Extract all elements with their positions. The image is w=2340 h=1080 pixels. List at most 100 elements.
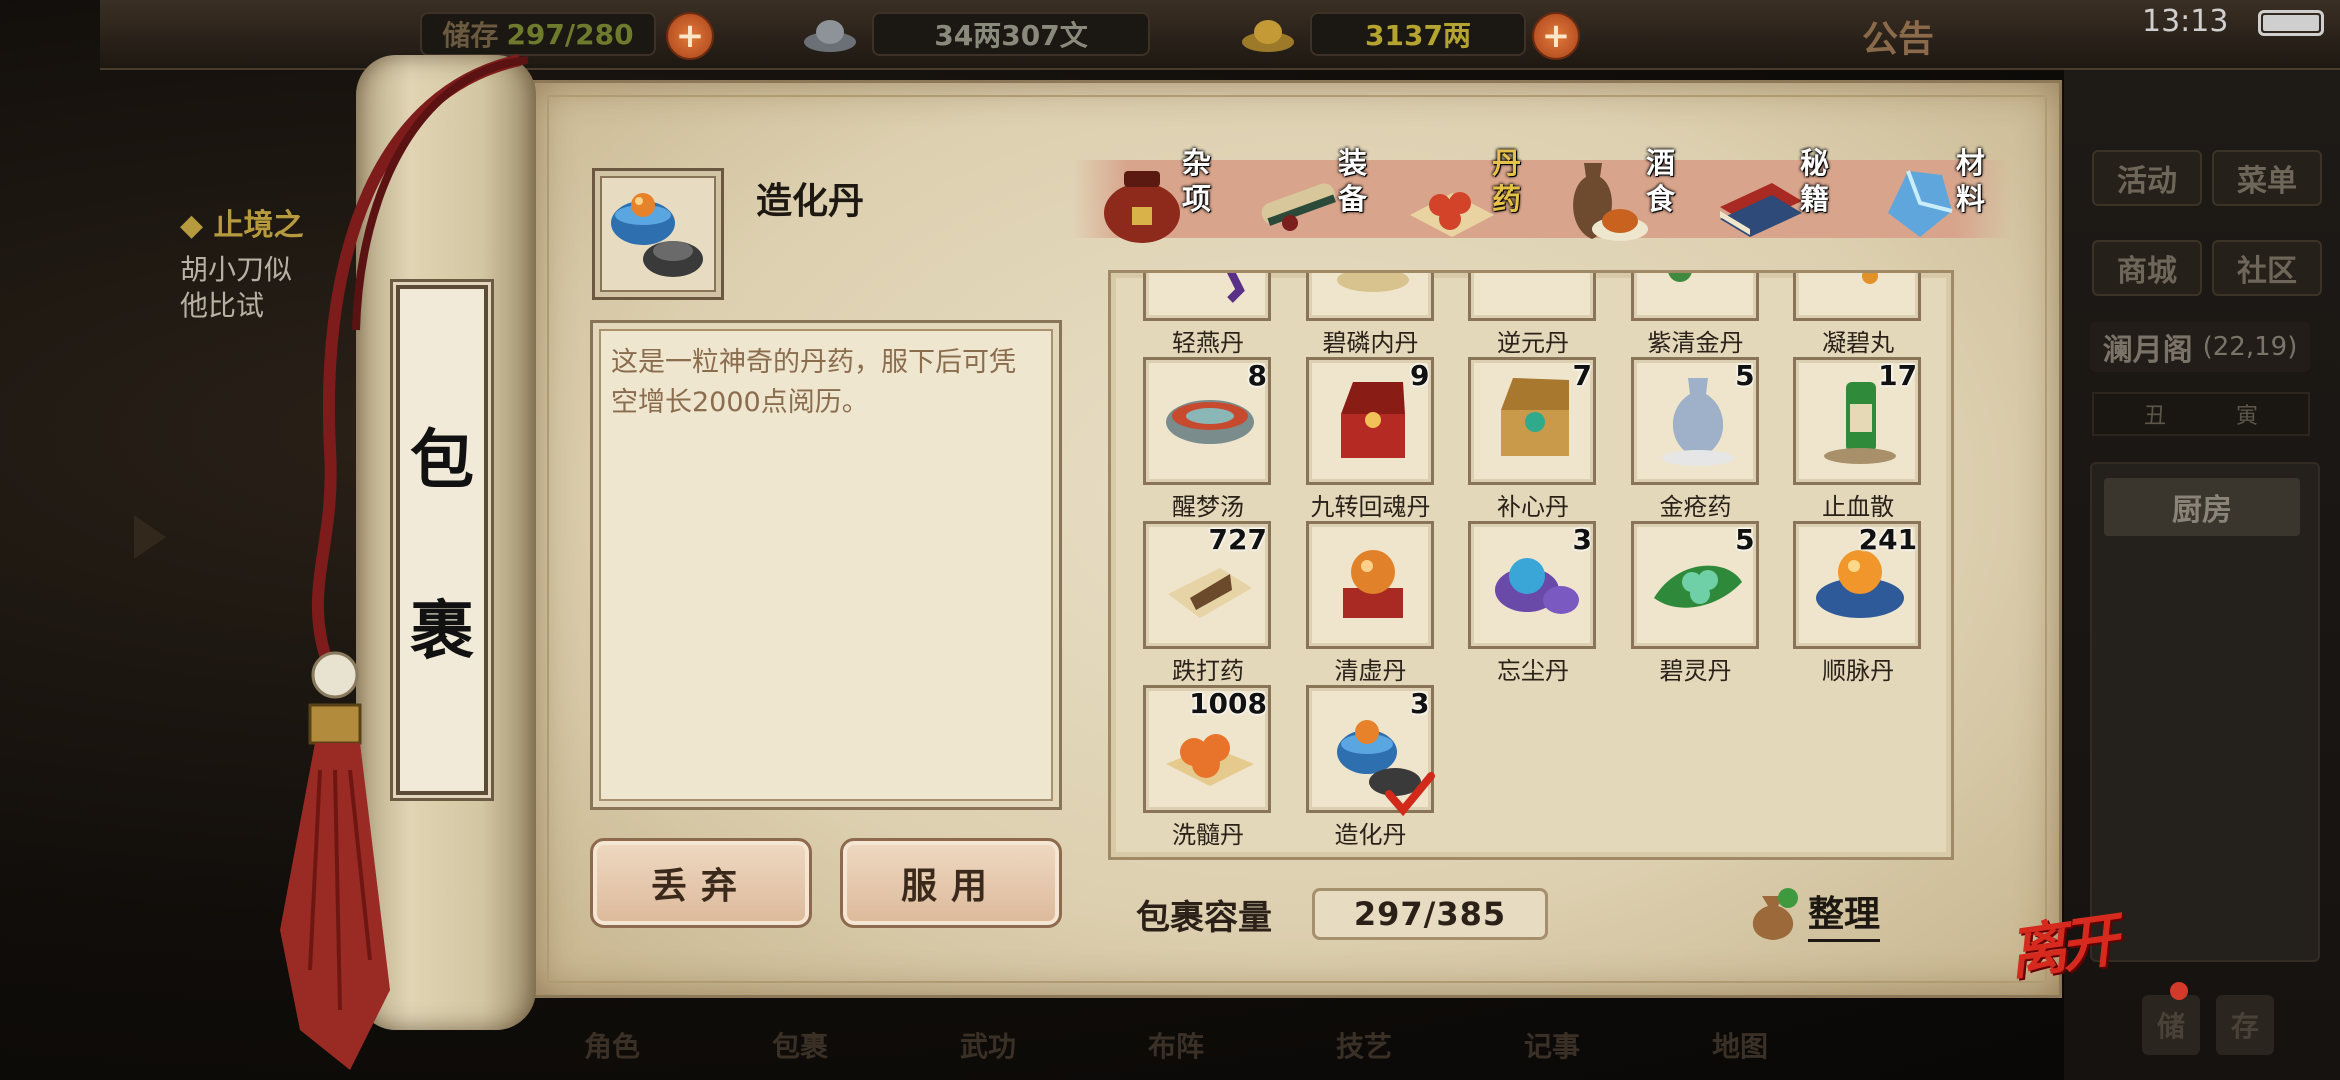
selected-item-slot	[592, 168, 724, 300]
item-slot[interactable]: 紫清金丹	[1630, 273, 1761, 357]
tab-materials-label: 材料	[1956, 146, 1986, 216]
blue-pill-jar-icon	[1495, 558, 1580, 614]
tab-materials[interactable]: 材料	[1868, 145, 2028, 253]
item-slot[interactable]: 9 九转回魂丹	[1305, 357, 1436, 521]
tab-equipment-label: 装备	[1338, 146, 1368, 216]
bottom-right-button-b[interactable]: 存	[2216, 995, 2274, 1055]
bag-title-char-1: 包	[410, 422, 474, 498]
item-name: 补心丹	[1497, 493, 1570, 521]
item-slot[interactable]: 碧磷内丹	[1305, 273, 1436, 357]
tab-misc[interactable]: 杂项	[1094, 145, 1254, 253]
item-slot[interactable]: 轻燕丹	[1143, 273, 1273, 357]
selected-item-name: 造化丹	[756, 181, 865, 222]
item-name: 顺脉丹	[1822, 657, 1895, 685]
nav-martial-arts[interactable]: 武功	[896, 995, 1016, 1080]
vase-icon	[1661, 378, 1734, 466]
item-description-box: 这是一粒神奇的丹药，服下后可凭空增长2000点阅历。	[590, 320, 1062, 810]
nav-character[interactable]: 角色	[520, 995, 640, 1080]
item-slot[interactable]: 5 金疮药	[1630, 357, 1761, 521]
nav-map[interactable]: 地图	[1648, 995, 1768, 1080]
bottom-navigation: 角色 包裹 武功 布阵 技艺 记事 地图	[500, 995, 2040, 1080]
silver-ingot-icon	[804, 20, 856, 52]
bag-title-plaque: 包 裹	[396, 285, 488, 795]
soup-bowl-icon	[1166, 400, 1254, 444]
storage-label: 储存	[442, 19, 499, 52]
bottom-right-button-a[interactable]: 储	[2142, 995, 2200, 1055]
item-slot[interactable]: 17 止血散	[1793, 357, 1923, 521]
item-count: 9	[1410, 359, 1430, 392]
discard-button[interactable]: 丢弃	[590, 838, 812, 928]
nav-formation[interactable]: 布阵	[1084, 995, 1204, 1080]
status-clock: 13:13	[2142, 4, 2229, 39]
jar-icon	[1104, 171, 1180, 243]
red-chest-icon	[1340, 382, 1405, 458]
item-description: 这是一粒神奇的丹药，服下后可凭空增长2000点阅历。	[611, 347, 1016, 418]
item-name: 造化丹	[1334, 821, 1407, 849]
menu-button[interactable]: 菜单	[2212, 150, 2322, 206]
add-gold-button[interactable]: +	[1532, 12, 1580, 60]
item-name: 忘尘丹	[1497, 657, 1570, 685]
facility-panel	[2090, 462, 2320, 962]
use-button[interactable]: 服用	[840, 838, 1062, 928]
kitchen-button[interactable]: 厨房	[2104, 478, 2300, 536]
item-count: 3	[1572, 523, 1593, 556]
quest-title: ◆ 止境之	[180, 208, 304, 243]
tab-misc-label: 杂项	[1182, 146, 1212, 216]
location-name: 澜月阁	[2102, 333, 2193, 368]
item-name: 清虚丹	[1334, 657, 1407, 685]
quest-tracker[interactable]: ◆ 止境之 胡小刀似 他比试	[180, 200, 304, 326]
nav-skills[interactable]: 技艺	[1272, 995, 1392, 1080]
item-name: 逆元丹	[1497, 329, 1570, 357]
item-name: 轻燕丹	[1172, 329, 1244, 357]
tab-equipment[interactable]: 装备	[1250, 145, 1410, 253]
location-display: 澜月阁 (22,19)	[2090, 322, 2310, 372]
item-count: 727	[1208, 523, 1267, 556]
tab-pills-label: 丹药	[1492, 146, 1522, 216]
item-slot[interactable]: 7 补心丹	[1468, 357, 1598, 521]
tab-pills[interactable]: 丹药	[1404, 145, 1564, 253]
nav-bag[interactable]: 包裹	[708, 995, 828, 1080]
bag-title-char-2: 裹	[410, 593, 474, 669]
item-slot[interactable]: 3 造化丹	[1305, 685, 1436, 849]
item-slot[interactable]: 727 跌打药	[1143, 521, 1273, 685]
item-frame	[1630, 273, 1759, 321]
item-name: 洗髓丹	[1172, 821, 1244, 849]
item-slot[interactable]: 8 醒梦汤	[1143, 357, 1273, 521]
gold-box-icon	[1485, 270, 1585, 310]
item-slot[interactable]: 241 顺脉丹	[1793, 521, 1923, 685]
item-slot[interactable]: 清虚丹	[1305, 521, 1436, 685]
item-slot[interactable]: 逆元丹	[1468, 270, 1598, 357]
sort-button[interactable]: 整理	[1742, 878, 1908, 948]
gold-display: 3137两	[1310, 12, 1526, 56]
community-button[interactable]: 社区	[2212, 240, 2322, 296]
books-icon	[1720, 183, 1802, 237]
add-storage-button[interactable]: +	[666, 12, 714, 60]
item-name: 金疮药	[1659, 493, 1732, 521]
tab-wine-food[interactable]: 酒食	[1558, 145, 1718, 253]
crystal-icon	[1888, 170, 1953, 237]
orange-pill-stand-icon	[1342, 550, 1403, 618]
item-name: 止血散	[1822, 493, 1895, 521]
sort-label: 整理	[1808, 885, 1881, 942]
tab-manuals[interactable]: 秘籍	[1712, 145, 1872, 253]
money-bag-icon	[1752, 888, 1798, 940]
item-name: 碧灵丹	[1659, 657, 1732, 685]
item-slot[interactable]: 凝碧丸	[1793, 273, 1923, 357]
blue-pouch-icon	[1862, 273, 1879, 284]
item-slot[interactable]: 3 忘尘丹	[1468, 521, 1598, 685]
quest-line-1: 胡小刀似	[180, 253, 293, 286]
activity-button[interactable]: 活动	[2092, 150, 2202, 206]
wine-food-icon	[1573, 163, 1648, 241]
item-name: 醒梦汤	[1172, 493, 1244, 521]
time-right-label: 寅	[2236, 404, 2259, 429]
red-pill-icon	[1336, 273, 1409, 292]
leave-button[interactable]: 离开	[2003, 893, 2118, 991]
nav-journal[interactable]: 记事	[1460, 995, 1580, 1080]
item-slot[interactable]: 1008 洗髓丹	[1143, 685, 1273, 849]
notice-button[interactable]: 公告	[1862, 10, 1934, 62]
item-frame	[1143, 273, 1271, 321]
item-slot[interactable]: 5 碧灵丹	[1630, 521, 1761, 685]
item-count: 241	[1858, 523, 1918, 556]
shop-button[interactable]: 商城	[2092, 240, 2202, 296]
quest-line-2: 他比试	[180, 289, 265, 322]
